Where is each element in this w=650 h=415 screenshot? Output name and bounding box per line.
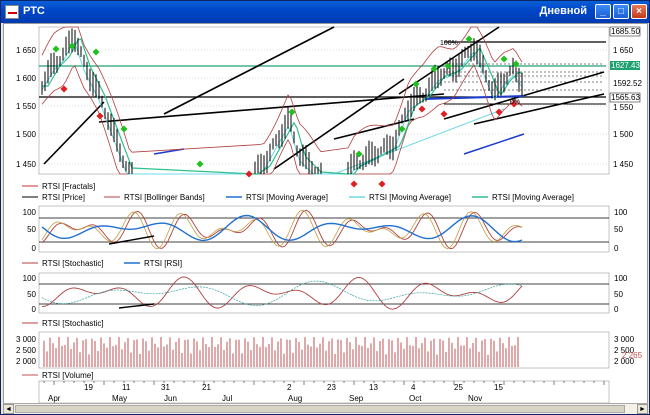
label-top: 1685.50 (611, 27, 640, 36)
window-title: РТС (23, 5, 45, 17)
fib-0-label: 0% (510, 99, 520, 106)
x-month-label: Oct (409, 394, 422, 403)
chart-canvas[interactable]: 100% 0% 1 650 1 600 1 550 1 500 1 450 16… (4, 24, 649, 404)
legend-item: RTSI [Moving Average] (369, 193, 451, 202)
volume-last-value: 2 265 (622, 351, 643, 360)
y-tick-right: 0 (614, 305, 619, 314)
legend-item: RTSI [RSI] (144, 259, 182, 268)
volume-legend: RTSI [Volume] (22, 371, 93, 380)
y-tick-right: 50 (614, 225, 623, 234)
y-tick: 1 600 (16, 74, 37, 83)
y-tick-right: 0 (614, 244, 619, 253)
y-tick: 1 450 (16, 160, 37, 169)
legend-item: RTSI [Bollinger Bands] (124, 193, 205, 202)
stochastic-legend: RTSI [Stochastic] (22, 319, 104, 328)
price-panel: 100% 0% 1 650 1 600 1 550 1 500 1 450 16… (16, 26, 642, 202)
x-day-label: 21 (202, 383, 211, 392)
horizontal-scrollbar[interactable]: ◄ ► (3, 403, 648, 414)
legend-item: RTSI [Price] (42, 193, 85, 202)
x-day-label: 19 (84, 383, 93, 392)
x-day-label: 4 (411, 383, 416, 392)
x-day-label: 13 (369, 383, 378, 392)
x-month-label: Sep (349, 394, 364, 403)
x-day-label: 25 (454, 383, 463, 392)
legend-item: RTSI [Stochastic] (42, 259, 104, 268)
volume-panel: 3 000 2 500 2 000 3 000 2 500 2 000 2 26… (16, 331, 643, 380)
y-tick: 0 (32, 305, 37, 314)
chart-area[interactable]: 100% 0% 1 650 1 600 1 550 1 500 1 450 16… (3, 23, 648, 413)
maximize-button[interactable]: □ (613, 4, 629, 19)
stoch-rsi-legend: RTSI [Stochastic] RTSI [RSI] (22, 259, 182, 268)
label-low: 1565.63 (611, 93, 640, 102)
y-tick-right: 1 650 (613, 46, 634, 55)
x-day-label: 2 (287, 383, 292, 392)
y-tick: 1 550 (16, 102, 37, 111)
x-month-label: Jun (164, 394, 177, 403)
minimize-button[interactable]: _ (595, 4, 611, 19)
stochastic-panel: 100 50 0 100 50 0 RTSI [Stochastic] (22, 272, 628, 328)
x-day-label: 23 (327, 383, 336, 392)
fib-100-label: 100% (440, 40, 458, 47)
chart-window: РТС Дневной _ □ × 100% 0% 1 650 1 600 1 … (0, 0, 650, 415)
label-mid: 1592.52 (613, 79, 642, 88)
legend-item: RTSI [Stochastic] (42, 319, 104, 328)
y-tick: 50 (27, 290, 36, 299)
y-tick: 100 (23, 208, 37, 217)
x-month-label: Apr (48, 394, 61, 403)
x-axis: 19 11 31 21 2 23 13 4 25 15 Apr May Jun … (38, 380, 610, 404)
label-green: 1627.43 (611, 61, 640, 70)
x-month-label: Jul (222, 394, 232, 403)
y-tick-right: 50 (614, 290, 623, 299)
x-month-label: Aug (288, 394, 302, 403)
y-tick-right: 1 450 (613, 160, 634, 169)
scroll-thumb[interactable] (15, 405, 625, 413)
y-tick: 2 000 (16, 357, 37, 366)
y-tick: 50 (27, 225, 36, 234)
x-day-label: 11 (122, 383, 131, 392)
scroll-left-button[interactable]: ◄ (3, 404, 14, 414)
y-tick: 2 500 (16, 346, 37, 355)
stochastic-rsi-panel: 100 50 0 100 50 0 RTSI [Stochastic] RTSI… (22, 205, 628, 268)
legend-item: RTSI [Moving Average] (246, 193, 328, 202)
y-tick-right: 1 500 (613, 130, 634, 139)
y-tick: 0 (32, 244, 37, 253)
x-month-label: May (112, 394, 127, 403)
y-tick: 100 (23, 274, 37, 283)
y-tick-right: 3 000 (614, 335, 635, 344)
app-icon (5, 5, 19, 19)
timeframe-label: Дневной (539, 5, 588, 17)
legend-item: RTSI [Fractals] (42, 182, 95, 191)
close-button[interactable]: × (631, 4, 647, 19)
x-day-label: 31 (161, 383, 170, 392)
y-tick-right: 1 550 (613, 103, 634, 112)
y-tick: 1 650 (16, 46, 37, 55)
y-tick: 1 500 (16, 130, 37, 139)
y-tick-right: 100 (614, 208, 628, 217)
scroll-right-button[interactable]: ► (637, 404, 648, 414)
x-day-label: 15 (494, 383, 503, 392)
legend-item: RTSI [Moving Average] (492, 193, 574, 202)
x-month-label: Nov (468, 394, 482, 403)
fractal-down-marker (350, 180, 358, 188)
y-tick-right: 100 (614, 274, 628, 283)
y-tick: 3 000 (16, 335, 37, 344)
title-bar[interactable]: РТС Дневной _ □ × (1, 1, 649, 23)
fractal-down-marker (378, 180, 386, 188)
price-legend: RTSI [Fractals] RTSI [Price] RTSI [Bolli… (22, 182, 574, 202)
legend-item: RTSI [Volume] (42, 371, 93, 380)
